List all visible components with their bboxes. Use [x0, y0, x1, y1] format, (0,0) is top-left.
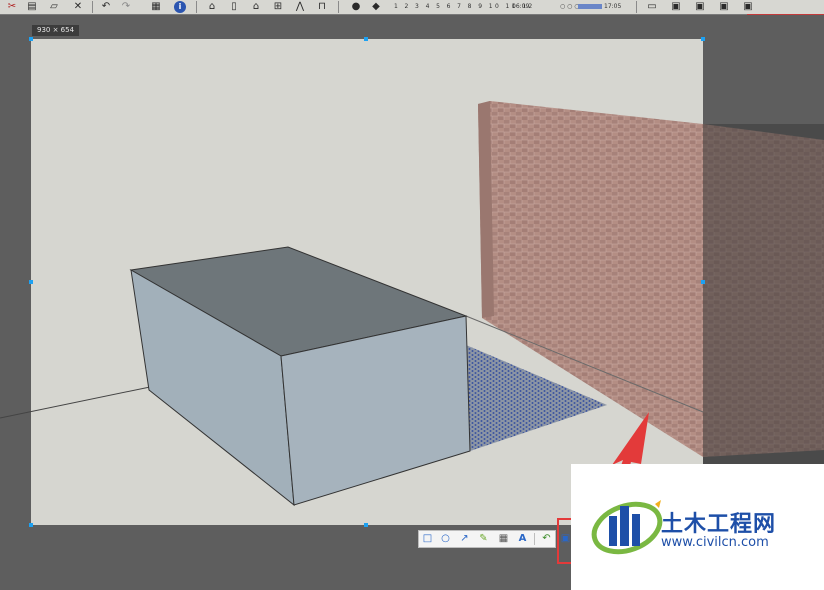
- handle-left[interactable]: [29, 280, 33, 284]
- toolbar-separator: [636, 1, 637, 13]
- arrow-tool-icon[interactable]: ↗: [458, 532, 471, 545]
- paste-icon[interactable]: ▤: [24, 1, 40, 13]
- info-icon[interactable]: i: [174, 1, 186, 13]
- mosaic-tool-icon[interactable]: ▦: [497, 532, 510, 545]
- component-icon[interactable]: ▣: [692, 1, 708, 13]
- handle-bottom-left[interactable]: [29, 523, 33, 527]
- text-tool-icon[interactable]: A: [516, 532, 529, 545]
- handle-top-left[interactable]: [29, 37, 33, 41]
- toolbar-separator: [92, 1, 93, 13]
- rectangle-tool-icon[interactable]: □: [421, 532, 434, 545]
- pen-tool-icon[interactable]: ✎: [477, 532, 490, 545]
- roof-icon[interactable]: ⋀: [292, 1, 308, 13]
- door-icon[interactable]: ▯: [226, 1, 242, 13]
- scene-icon[interactable]: ▣: [668, 1, 684, 13]
- time-slider[interactable]: [578, 4, 602, 9]
- scissors-icon[interactable]: ✂: [4, 1, 20, 13]
- handle-right[interactable]: [701, 280, 705, 284]
- window-icon[interactable]: ⊞: [270, 1, 286, 13]
- watermark: 土木工程网 www.civilcn.com: [571, 464, 824, 590]
- toolbar-separator: [338, 1, 339, 13]
- shadow-settings-icon[interactable]: ●: [348, 1, 364, 13]
- fog-icon[interactable]: ◆: [368, 1, 384, 13]
- selection-size-label: 930 × 654: [32, 25, 80, 36]
- style-icon[interactable]: ▣: [740, 1, 756, 13]
- toolbar-separator: [196, 1, 197, 13]
- undo-icon[interactable]: ↶: [98, 1, 114, 13]
- dim-overlay: [703, 124, 824, 464]
- watermark-url: www.civilcn.com: [661, 535, 769, 550]
- annotation-separator: [534, 533, 535, 545]
- stairs-icon[interactable]: ⊓: [314, 1, 330, 13]
- ellipse-tool-icon[interactable]: ○: [439, 532, 452, 545]
- print-icon[interactable]: ▦: [148, 1, 164, 13]
- house-icon[interactable]: ⌂: [204, 1, 220, 13]
- handle-top[interactable]: [364, 37, 368, 41]
- material-icon[interactable]: ▣: [716, 1, 732, 13]
- redo-icon[interactable]: ↷: [118, 1, 134, 13]
- erase-icon[interactable]: ▱: [46, 1, 62, 13]
- handle-bottom[interactable]: [364, 523, 368, 527]
- watermark-title: 土木工程网: [661, 512, 777, 537]
- layer-icon[interactable]: ▭: [644, 1, 660, 13]
- time-start-label: 06:09: [512, 3, 530, 10]
- time-end-label: 17:05: [604, 3, 622, 10]
- top-toolbar: ✂ ▤ ▱ ✕ ↶ ↷ ▦ i ⌂ ▯ ⌂ ⊞ ⋀ ⊓ ● ◆ 1 2 3 4 …: [0, 0, 824, 15]
- delete-icon[interactable]: ✕: [70, 1, 86, 13]
- time-control[interactable]: ○ ○ ○: [560, 3, 580, 10]
- undo-tool-icon[interactable]: ↶: [540, 532, 553, 545]
- handle-top-right[interactable]: [701, 37, 705, 41]
- home-icon[interactable]: ⌂: [248, 1, 264, 13]
